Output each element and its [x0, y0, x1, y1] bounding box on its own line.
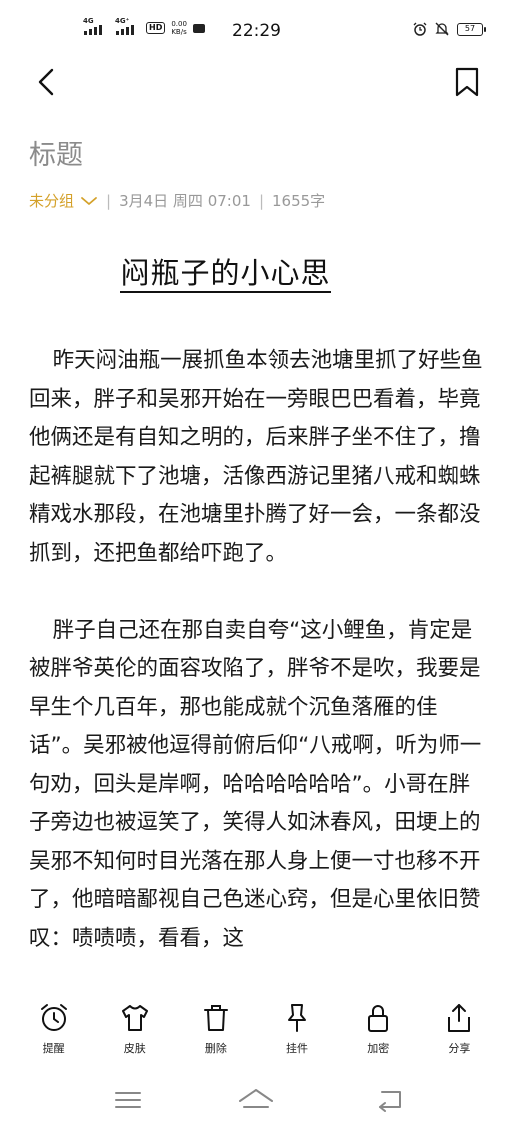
encrypt-button[interactable]: 加密 [348, 990, 408, 1070]
back-arrow-icon[interactable] [35, 67, 59, 97]
divider: | [106, 191, 112, 210]
status-bar: 4G 4G⁺ HD 0.00 KB/s 22:29 57 [0, 0, 513, 62]
note-date: 3月4日 周四 07:01 [119, 192, 251, 210]
shirt-icon [121, 1005, 148, 1031]
group-label: 未分组 [29, 192, 75, 210]
share-icon [448, 1004, 471, 1032]
encrypt-label: 加密 [367, 1042, 390, 1055]
delete-label: 删除 [204, 1042, 227, 1055]
remind-button[interactable]: 提醒 [24, 990, 84, 1070]
skin-button[interactable]: 皮肤 [105, 990, 165, 1070]
note-meta: 未分组 | 3月4日 周四 07:01 | 1655字 [29, 190, 325, 211]
divider: | [258, 191, 264, 210]
share-label: 分享 [448, 1042, 471, 1055]
mute-bell-icon [435, 22, 449, 36]
pin-icon [288, 1004, 307, 1032]
note-body[interactable]: 昨天闷油瓶一展抓鱼本领去池塘里抓了好些鱼回来，胖子和吴邪开始在一旁眼巴巴看着，毕… [29, 342, 491, 997]
widget-button[interactable]: 挂件 [267, 990, 327, 1070]
alarm-icon [413, 22, 427, 36]
trash-icon [203, 1005, 228, 1031]
document-heading: 闷瓶子的小心思 [0, 250, 451, 293]
remind-label: 提醒 [42, 1042, 65, 1055]
system-nav-bar [0, 1070, 513, 1129]
paragraph: 昨天闷油瓶一展抓鱼本领去池塘里抓了好些鱼回来，胖子和吴邪开始在一旁眼巴巴看着，毕… [29, 348, 483, 566]
delete-button[interactable]: 删除 [186, 990, 246, 1070]
word-count: 1655字 [272, 192, 326, 210]
menu-icon[interactable] [108, 1085, 148, 1115]
group-selector[interactable]: 未分组 [29, 190, 98, 211]
widget-label: 挂件 [286, 1042, 309, 1055]
top-bar [0, 62, 513, 102]
note-title-field[interactable]: 标题 [29, 133, 83, 172]
lock-icon [368, 1005, 389, 1032]
home-icon[interactable] [236, 1085, 276, 1115]
battery-icon: 57 [457, 22, 486, 36]
chevron-down-icon [81, 196, 97, 205]
status-right: 57 [413, 22, 486, 36]
paragraph: 胖子自己还在那自卖自夸“这小鲤鱼，肯定是被胖爷英伦的面容攻陷了，胖爷不是吹，我要… [29, 617, 482, 951]
back-nav-icon[interactable] [370, 1085, 410, 1115]
bottom-toolbar: 提醒 皮肤 删除 挂件 加密 分享 [0, 990, 513, 1070]
document-heading-text: 闷瓶子的小心思 [120, 256, 331, 293]
bookmark-icon[interactable] [453, 66, 481, 98]
alarm-clock-icon [40, 1004, 67, 1031]
share-button[interactable]: 分享 [429, 990, 489, 1070]
skin-label: 皮肤 [123, 1042, 146, 1055]
